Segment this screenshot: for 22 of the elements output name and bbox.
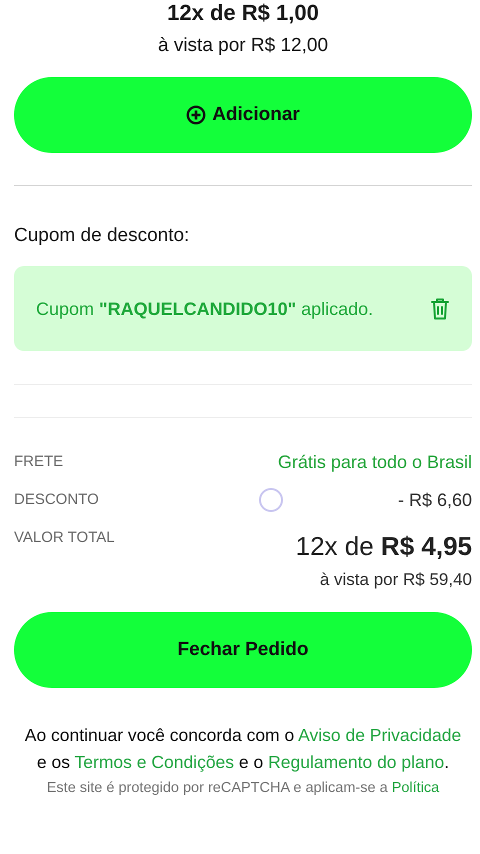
text-link[interactable]: Aviso de Privacidade: [298, 725, 462, 745]
summary-label: FRETE: [14, 452, 64, 472]
cash-total: à vista por R$ 59,40: [320, 570, 472, 590]
add-circle-icon: [186, 105, 206, 125]
installment-price: 12x de R$ 1,00: [166, 0, 320, 26]
add-button[interactable]: Adicionar: [14, 77, 472, 153]
terms-text: Ao continuar você concorda com o Aviso de Privacidade e os Termos e Condições e o Regulamento do plano.: [24, 724, 462, 774]
trash-icon[interactable]: [430, 296, 450, 320]
summary-value: - R$ 6,60: [398, 489, 472, 512]
coupon-message: Cupom "RAQUELCANDIDO10" aplicado.: [36, 298, 374, 321]
cash-price: à vista por R$ 12,00: [156, 34, 330, 58]
recaptcha-text: Este site é protegido por reCAPTCHA e aplicam-se a Política: [46, 780, 440, 796]
coupon-label: Cupom de desconto:: [14, 224, 190, 248]
text-link[interactable]: Regulamento do plano: [268, 752, 444, 772]
text-link[interactable]: Termos e Condições: [74, 752, 234, 772]
summary-label: DESCONTO: [14, 490, 99, 510]
total-price: 12x de R$ 4,95: [296, 530, 472, 562]
text-link[interactable]: Política: [392, 780, 440, 796]
summary-value: Grátis para todo o Brasil: [278, 451, 472, 474]
loading-icon: [258, 487, 284, 513]
checkout-button[interactable]: Fechar Pedido: [14, 612, 472, 688]
summary-label: VALOR TOTAL: [14, 528, 115, 548]
